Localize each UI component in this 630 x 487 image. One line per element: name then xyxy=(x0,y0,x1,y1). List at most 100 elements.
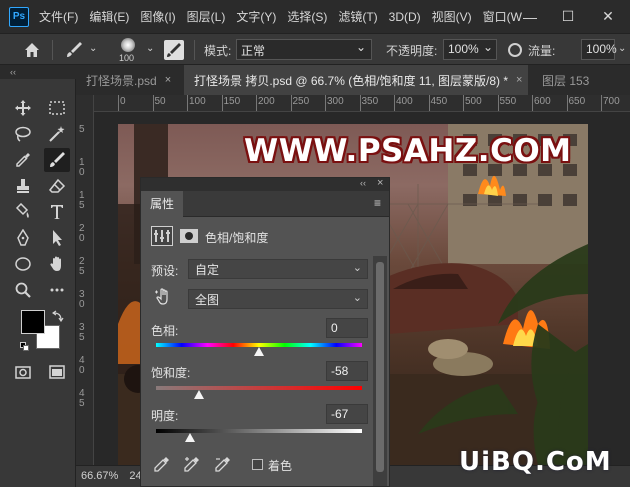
menu-file[interactable]: 文件(F) xyxy=(39,8,78,25)
tab-document-3[interactable]: 图层 153 xyxy=(532,65,630,95)
ruler-tick xyxy=(187,95,188,111)
move-tool-icon[interactable] xyxy=(10,96,36,120)
chevron-down-icon[interactable]: ⌄ xyxy=(146,43,154,54)
path-selection-tool-icon[interactable] xyxy=(44,226,70,250)
screen-mode-icon[interactable] xyxy=(44,360,70,384)
menu-view[interactable]: 视图(V) xyxy=(432,8,472,25)
pen-tool-icon[interactable] xyxy=(10,226,36,250)
ruler-tick-label: 650 xyxy=(568,96,586,107)
preset-select[interactable]: 自定 ⌄ xyxy=(188,259,368,279)
watermark-text: WWW.PSAHZ.COM xyxy=(244,133,572,169)
default-colors-icon[interactable] xyxy=(20,342,30,352)
panel-menu-icon[interactable]: ≡ xyxy=(374,196,381,210)
eyedropper-minus-icon[interactable] xyxy=(214,455,232,473)
tab-label: 图层 153 xyxy=(542,73,590,88)
panel-header: ‹‹ × xyxy=(141,177,389,191)
more-tools-icon[interactable] xyxy=(44,278,70,302)
default-white-swatch-icon xyxy=(23,345,29,351)
ruler-tick xyxy=(428,95,430,111)
tab-label: 打怪场景 拷贝.psd @ 66.7% (色相/饱和度 11, 图层蒙版/8) … xyxy=(194,73,509,88)
saturation-slider-thumb[interactable] xyxy=(194,390,205,399)
lightness-slider-thumb[interactable] xyxy=(184,433,195,442)
stamp-tool-icon[interactable] xyxy=(10,174,36,198)
menu-type[interactable]: 文字(Y) xyxy=(236,8,276,25)
ellipse-tool-icon[interactable] xyxy=(10,252,36,276)
type-tool-icon[interactable] xyxy=(44,200,70,224)
chevron-down-icon: ⌄ xyxy=(352,262,362,274)
chevron-down-icon[interactable]: ⌄ xyxy=(618,43,626,54)
ruler-tick-label: 4 0 xyxy=(79,355,85,376)
chevron-down-icon: ⌄ xyxy=(352,292,362,304)
mode-label: 模式: xyxy=(204,44,232,58)
brush-tool-selected-icon[interactable] xyxy=(44,148,70,172)
lasso-tool-icon[interactable] xyxy=(10,122,36,146)
menu-3d[interactable]: 3D(D) xyxy=(389,10,421,24)
close-icon[interactable]: × xyxy=(516,74,522,86)
tools-collapse[interactable]: ‹‹ xyxy=(0,65,76,79)
brush-settings-icon[interactable] xyxy=(164,40,184,60)
panel-scrollbar-thumb[interactable] xyxy=(376,262,384,472)
menu-layer[interactable]: 图层(L) xyxy=(187,8,226,25)
blend-mode-select[interactable]: 正常 ⌄ xyxy=(236,39,372,60)
preset-value: 自定 xyxy=(195,263,220,277)
ruler-tick-label: 550 xyxy=(499,96,517,107)
panel-close-button[interactable]: × xyxy=(377,177,383,189)
colorize-checkbox[interactable] xyxy=(252,459,263,470)
swap-colors-icon[interactable] xyxy=(51,310,64,323)
tab-properties[interactable]: 属性 xyxy=(141,191,184,217)
ruler-tick xyxy=(566,95,568,111)
ruler-tick-label: 200 xyxy=(258,96,275,107)
hue-input[interactable]: 0 xyxy=(326,318,368,338)
quick-mask-icon[interactable] xyxy=(10,360,36,384)
vertical-ruler: 5 1 0 1 5 2 0 2 5 3 0 3 5 4 0 4 5 xyxy=(76,95,94,465)
tab-document-1[interactable]: 打怪场景.psd × xyxy=(76,65,180,95)
ruler-tick xyxy=(601,95,602,111)
layer-mask-icon[interactable] xyxy=(178,226,200,246)
saturation-input[interactable]: -58 xyxy=(326,361,368,381)
panel-collapse-button[interactable]: ‹‹ xyxy=(360,178,366,188)
menu-image[interactable]: 图像(I) xyxy=(140,8,175,25)
tab-document-active[interactable]: 打怪场景 拷贝.psd @ 66.7% (色相/饱和度 11, 图层蒙版/8) … xyxy=(184,65,528,95)
brush-tool-icon[interactable] xyxy=(64,40,84,60)
eraser-tool-icon[interactable] xyxy=(44,174,70,198)
eyedropper-plus-icon[interactable] xyxy=(183,455,201,473)
opacity-input[interactable]: 100% ⌄ xyxy=(443,39,497,60)
maximize-button[interactable]: ☐ xyxy=(554,0,582,33)
gradient-tool-icon[interactable] xyxy=(10,200,36,224)
targeted-adjustment-icon[interactable] xyxy=(153,286,175,308)
menu-filter[interactable]: 滤镜(T) xyxy=(338,8,377,25)
flow-label: 流量: xyxy=(528,44,556,58)
close-window-button[interactable]: ✕ xyxy=(594,0,622,33)
close-icon[interactable]: × xyxy=(165,74,171,86)
channel-select[interactable]: 全图 ⌄ xyxy=(188,289,368,309)
site-logo: UiBQ.CoM xyxy=(459,447,612,477)
adjustment-layer-icon[interactable] xyxy=(151,226,173,246)
ruler-tick-label: 0 xyxy=(120,96,126,107)
eyedropper-icon[interactable] xyxy=(153,455,171,473)
pressure-opacity-icon[interactable] xyxy=(508,43,522,57)
opacity-label: 不透明度: xyxy=(386,44,438,58)
ruler-tick xyxy=(256,95,257,111)
magic-wand-tool-icon[interactable] xyxy=(44,122,70,146)
eyedropper-tool-icon[interactable] xyxy=(10,148,36,172)
lightness-input[interactable]: -67 xyxy=(326,404,368,424)
marquee-tool-icon[interactable] xyxy=(44,96,70,120)
menu-select[interactable]: 选择(S) xyxy=(287,8,327,25)
zoom-tool-icon[interactable] xyxy=(10,278,36,302)
zoom-level[interactable]: 66.67% xyxy=(81,470,118,482)
tools-panel: ‹‹ xyxy=(0,65,76,487)
hand-tool-icon[interactable] xyxy=(44,252,70,276)
photoshop-logo-icon[interactable]: Ps xyxy=(9,6,29,27)
colorize-label: 着色 xyxy=(268,459,293,473)
menu-edit[interactable]: 编辑(E) xyxy=(89,8,129,25)
minimize-button[interactable]: — xyxy=(516,0,544,33)
foreground-color-swatch[interactable] xyxy=(21,310,45,334)
ruler-tick-label: 5 xyxy=(79,124,85,135)
brush-preset-picker[interactable]: 100 xyxy=(114,37,144,65)
chevron-down-icon[interactable]: ⌄ xyxy=(89,43,97,54)
hue-slider-thumb[interactable] xyxy=(254,347,264,356)
ruler-tick xyxy=(152,95,154,111)
flow-input[interactable]: 100% xyxy=(581,39,617,60)
saturation-slider-track[interactable] xyxy=(156,386,362,390)
home-icon[interactable] xyxy=(22,40,42,60)
